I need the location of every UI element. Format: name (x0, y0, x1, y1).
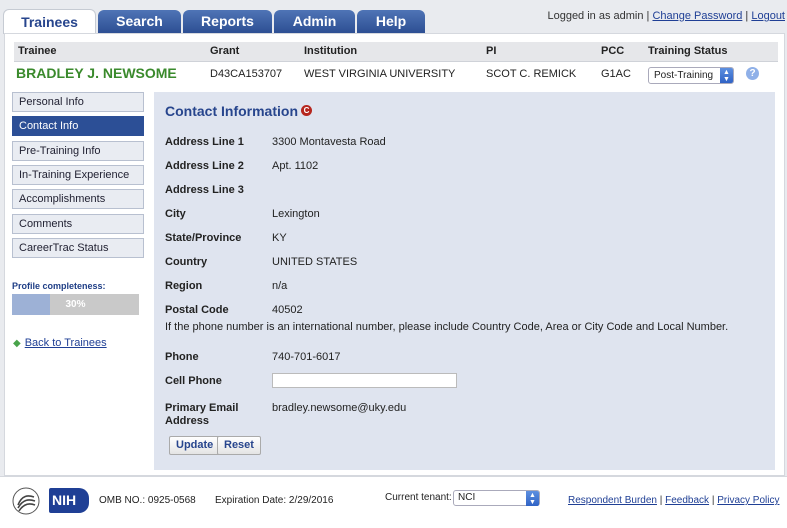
separator: | (745, 10, 749, 22)
trainee-name: BRADLEY J. NEWSOME (16, 65, 177, 81)
profile-completeness-label: Profile completeness: (12, 281, 106, 291)
main-panel: Trainee Grant Institution PI PCC Trainin… (4, 33, 785, 476)
state-value: KY (272, 232, 287, 244)
contact-info-section: Contact Information C Address Line 1 3300… (154, 92, 775, 470)
email-value: bradley.newsome@uky.edu (272, 402, 407, 414)
institution-value: WEST VIRGINIA UNIVERSITY (304, 68, 456, 80)
sidebar-item-accomplishments[interactable]: Accomplishments (12, 189, 144, 209)
city-label: City (165, 208, 186, 220)
address2-value: Apt. 1102 (272, 160, 319, 172)
update-button[interactable]: Update (169, 436, 221, 455)
page-title: Contact Information C (165, 103, 312, 119)
change-password-link[interactable]: Change Password (652, 10, 742, 22)
tab-search[interactable]: Search (98, 10, 181, 33)
reset-button[interactable]: Reset (217, 436, 261, 455)
sidebar-item-in-training-experience[interactable]: In-Training Experience (12, 165, 144, 185)
cell-phone-input[interactable] (272, 373, 457, 388)
state-label: State/Province (165, 232, 242, 244)
tenant-value: NCI (458, 492, 476, 503)
header-pi: PI (486, 45, 497, 57)
email-label-address: Address (165, 415, 210, 427)
separator: | (646, 10, 650, 22)
profile-completeness-value: 30% (65, 299, 86, 310)
certified-icon: C (301, 105, 312, 116)
training-status-value: Post-Training (654, 70, 714, 81)
logout-link[interactable]: Logout (751, 10, 785, 22)
sidebar-item-pre-training-info[interactable]: Pre-Training Info (12, 141, 144, 161)
phone-label: Phone (165, 351, 199, 363)
tenant-select[interactable]: NCI ▲ ▼ (453, 490, 540, 506)
country-label: Country (165, 256, 208, 268)
tab-help[interactable]: Help (357, 10, 425, 33)
tab-reports[interactable]: Reports (183, 10, 272, 33)
region-value: n/a (272, 280, 288, 292)
region-label: Region (165, 280, 203, 292)
phone-note: If the phone number is an international … (165, 321, 729, 333)
sidebar-item-careertrac-status[interactable]: CareerTrac Status (12, 238, 144, 258)
header-training-status: Training Status (648, 45, 728, 57)
header-grant: Grant (210, 45, 240, 57)
sidebar-item-contact-info[interactable]: Contact Info (12, 116, 144, 136)
training-status-select[interactable]: Post-Training ▲ ▼ (648, 67, 734, 84)
back-to-trainees-link[interactable]: Back to Trainees (25, 337, 107, 349)
omb-number: OMB NO.: 0925-0568 (99, 495, 196, 506)
profile-completeness-bar: 30% (12, 294, 139, 315)
header-trainee: Trainee (18, 45, 57, 57)
header-pcc: PCC (601, 45, 625, 57)
address1-label: Address Line 1 (165, 136, 244, 148)
pcc-value: G1AC (601, 68, 631, 80)
address3-label: Address Line 3 (165, 184, 244, 196)
privacy-policy-link[interactable]: Privacy Policy (717, 495, 779, 506)
trainee-summary: Trainee Grant Institution PI PCC Trainin… (14, 42, 778, 94)
separator: | (711, 495, 715, 506)
phone-value: 740-701-6017 (272, 351, 341, 363)
nih-logo: NIH (49, 488, 89, 513)
address2-label: Address Line 2 (165, 160, 244, 172)
sidebar-item-comments[interactable]: Comments (12, 214, 144, 234)
login-bar: Logged in as admin | Change Password | L… (547, 10, 785, 22)
city-value: Lexington (272, 208, 320, 220)
pi-value: SCOT C. REMICK (486, 68, 577, 80)
email-label: Primary Email (165, 402, 239, 414)
postal-code-label: Postal Code (165, 304, 229, 316)
footer: NIH OMB NO.: 0925-0568 Expiration Date: … (0, 476, 787, 528)
cell-phone-label: Cell Phone (165, 375, 222, 387)
country-value: UNITED STATES (272, 256, 358, 268)
help-icon[interactable]: ? (746, 67, 759, 80)
back-arrow-icon: ◆ (13, 338, 21, 349)
footer-links: Respondent Burden | Feedback | Privacy P… (568, 495, 779, 506)
header-institution: Institution (304, 45, 358, 57)
grant-value: D43CA153707 (210, 68, 283, 80)
tab-trainees[interactable]: Trainees (3, 9, 96, 34)
logged-in-text: Logged in as admin (547, 10, 644, 22)
address1-value: 3300 Montavesta Road (272, 136, 386, 148)
expiration-date: Expiration Date: 2/29/2016 (215, 495, 334, 506)
respondent-burden-link[interactable]: Respondent Burden (568, 495, 657, 506)
feedback-link[interactable]: Feedback (665, 495, 709, 506)
back-to-trainees[interactable]: ◆ Back to Trainees (13, 337, 107, 349)
postal-code-value: 40502 (272, 304, 303, 316)
separator: | (659, 495, 663, 506)
select-arrows-icon: ▲ ▼ (526, 491, 539, 506)
select-arrows-icon: ▲ ▼ (720, 68, 733, 83)
sidebar-item-personal-info[interactable]: Personal Info (12, 92, 144, 112)
page-title-text: Contact Information (165, 103, 298, 119)
tab-admin[interactable]: Admin (274, 10, 355, 33)
hhs-logo-icon (12, 487, 40, 515)
tenant-label: Current tenant: (385, 492, 452, 503)
